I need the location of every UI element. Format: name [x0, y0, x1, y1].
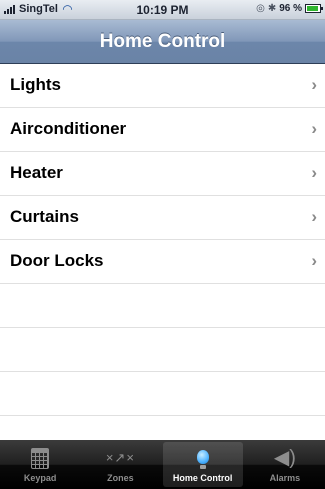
chevron-right-icon: › [311, 119, 317, 138]
empty-row [0, 284, 325, 328]
tab-label: Zones [107, 473, 134, 483]
list-item-heater[interactable]: Heater › [0, 152, 325, 196]
list-item-label: Door Locks [10, 251, 104, 270]
tab-label: Home Control [172, 473, 233, 483]
list-item-curtains[interactable]: Curtains › [0, 196, 325, 240]
chevron-right-icon: › [311, 75, 317, 94]
battery-icon [305, 4, 323, 13]
list-item-label: Airconditioner [10, 119, 127, 138]
lightbulb-icon [163, 445, 243, 471]
status-right: ◎ ✱ 96 % [256, 3, 323, 14]
empty-row [0, 372, 325, 416]
tab-label: Keypad [23, 473, 57, 483]
chevron-right-icon: › [311, 163, 317, 182]
home-control-list: Lights › Airconditioner › Heater › Curta… [0, 64, 325, 416]
zones-icon: ×↗× [105, 450, 135, 465]
keypad-calendar-icon [0, 445, 80, 471]
battery-percent: 96 % [279, 3, 302, 14]
navigation-bar: Home Control [0, 20, 325, 64]
list-item-label: Heater [10, 163, 63, 182]
rotation-lock-icon: ◎ [256, 3, 265, 14]
chevron-right-icon: › [311, 251, 317, 270]
tab-home-control[interactable]: Home Control [162, 442, 243, 487]
tab-bar: Keypad ×↗× Zones Home Control ◀) Alarms [0, 440, 325, 489]
tab-keypad[interactable]: Keypad [0, 440, 80, 489]
tab-alarms[interactable]: ◀) Alarms [245, 440, 325, 489]
tab-zones[interactable]: ×↗× Zones [80, 440, 160, 489]
speaker-icon: ◀) [273, 447, 296, 469]
list-item-label: Curtains [10, 207, 79, 226]
chevron-right-icon: › [311, 207, 317, 226]
empty-row [0, 328, 325, 372]
list-item-airconditioner[interactable]: Airconditioner › [0, 108, 325, 152]
list-item-label: Lights [10, 75, 61, 94]
tab-label: Alarms [269, 473, 301, 483]
app-screen: SingTel ◠ 10:19 PM ◎ ✱ 96 % Home Control… [0, 0, 325, 489]
page-title: Home Control [99, 31, 226, 52]
list-item-lights[interactable]: Lights › [0, 64, 325, 108]
list-item-door-locks[interactable]: Door Locks › [0, 240, 325, 284]
bluetooth-icon: ✱ [267, 3, 277, 14]
status-bar: SingTel ◠ 10:19 PM ◎ ✱ 96 % [0, 0, 325, 20]
